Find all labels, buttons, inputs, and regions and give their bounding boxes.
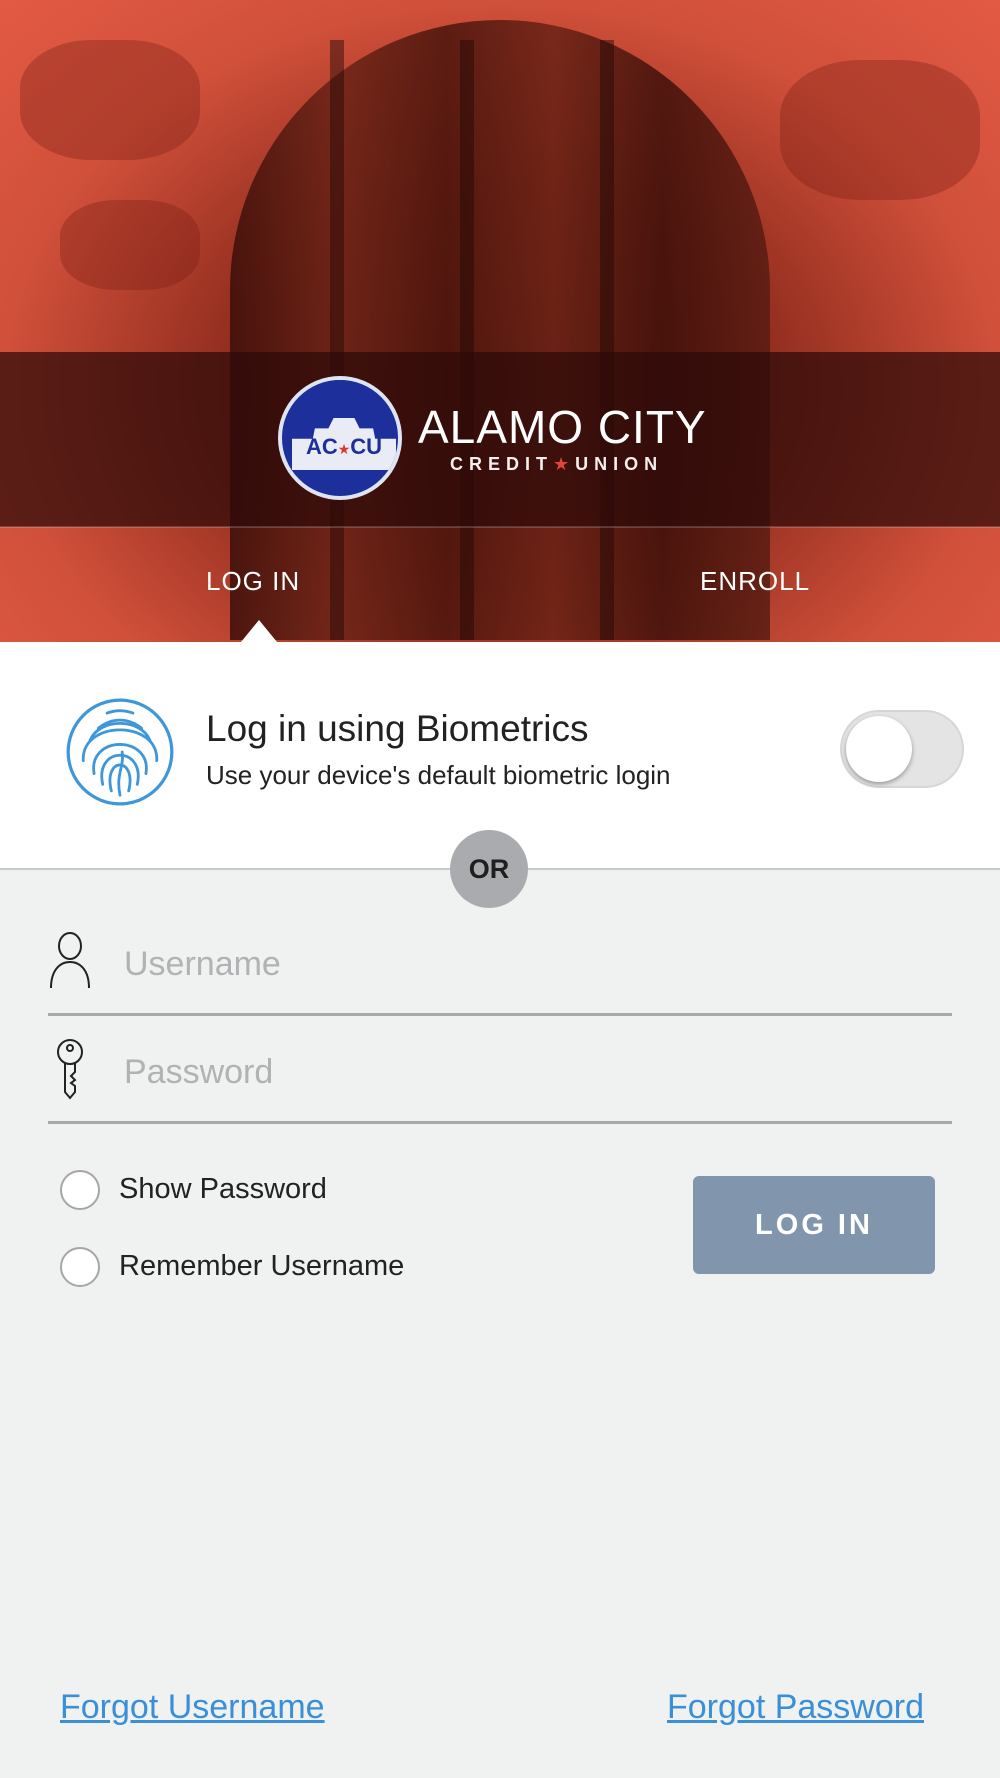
tab-login[interactable]: LOG IN: [206, 566, 300, 597]
or-badge: OR: [450, 830, 528, 908]
show-password-label[interactable]: Show Password: [119, 1173, 327, 1206]
login-button[interactable]: LOG IN: [693, 1176, 935, 1274]
forgot-password-link[interactable]: Forgot Password: [667, 1688, 924, 1727]
hero-texture: [330, 40, 344, 640]
star-icon: ★: [553, 454, 576, 474]
fingerprint-icon: [66, 698, 174, 806]
star-icon: ★: [337, 441, 351, 457]
show-password-radio[interactable]: [60, 1170, 100, 1210]
seal-text-right: CU: [350, 434, 383, 459]
biometrics-description: Use your device's default biometric logi…: [206, 760, 671, 790]
seal-text-left: AC: [305, 434, 338, 459]
hero-door-image: [230, 20, 770, 640]
brand-divider: [0, 526, 1000, 528]
logo-name: ALAMO CITY: [418, 401, 707, 453]
hero-banner: AC★CU ALAMO CITY CREDIT★UNION LOG IN ENR…: [0, 0, 1000, 642]
forgot-username-link[interactable]: Forgot Username: [60, 1688, 325, 1727]
hero-texture: [60, 200, 200, 290]
logo-sub-right: UNION: [575, 454, 664, 474]
logo-sub-left: CREDIT: [450, 454, 553, 474]
password-input[interactable]: [124, 1044, 944, 1100]
alamo-city-logo: AC★CU ALAMO CITY CREDIT★UNION: [278, 376, 728, 502]
hero-texture: [600, 40, 614, 640]
hero-texture: [20, 40, 200, 160]
key-icon: [57, 1039, 83, 1100]
password-field: [48, 1024, 952, 1124]
seal-text: AC★CU: [282, 434, 398, 460]
toggle-knob: [846, 716, 912, 782]
biometrics-toggle[interactable]: [840, 710, 964, 788]
username-input[interactable]: [124, 936, 944, 992]
biometrics-title: Log in using Biometrics: [206, 708, 589, 749]
hero-texture: [780, 60, 980, 200]
logo-subtitle: CREDIT★UNION: [450, 454, 663, 475]
logo-seal: AC★CU: [278, 376, 402, 500]
hero-texture: [460, 40, 474, 640]
remember-username-label[interactable]: Remember Username: [119, 1250, 404, 1283]
user-icon: [50, 932, 90, 989]
tab-enroll[interactable]: ENROLL: [700, 566, 810, 597]
active-tab-indicator: [241, 620, 277, 642]
remember-username-radio[interactable]: [60, 1247, 100, 1287]
username-field: [48, 916, 952, 1016]
